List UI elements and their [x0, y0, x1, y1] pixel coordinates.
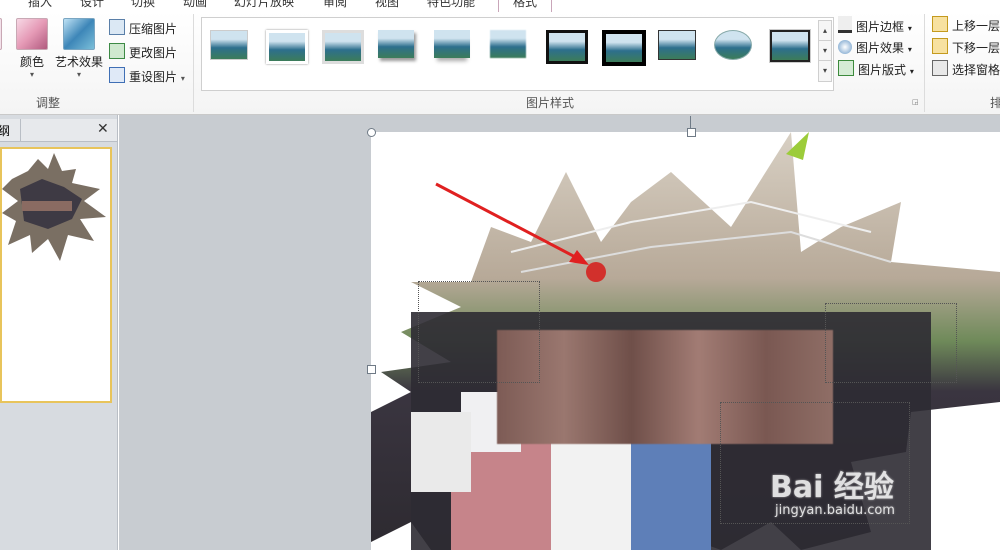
- gallery-expand[interactable]: ▾: [818, 60, 832, 82]
- gallery-scroll-down[interactable]: ▾: [818, 40, 832, 62]
- change-picture-button[interactable]: 更改图片: [109, 43, 177, 63]
- style-drop-shadow[interactable]: [378, 30, 414, 58]
- tab-transitions[interactable]: 切换: [131, 0, 155, 10]
- corrections-button[interactable]: [0, 18, 6, 53]
- outline-tab[interactable]: 纲: [0, 122, 10, 139]
- rotation-stem: [690, 116, 691, 128]
- color-label: 颜色: [19, 55, 44, 69]
- tab-view[interactable]: 视图: [375, 0, 399, 10]
- compress-pictures-button[interactable]: 压缩图片: [109, 19, 177, 39]
- picture-border-button[interactable]: 图片边框 ▾: [838, 16, 912, 36]
- slide-thumbnail-1[interactable]: [0, 147, 112, 403]
- slide-thumbnail-image: [2, 153, 106, 261]
- selection-pane-button[interactable]: 选择窗格: [932, 60, 1000, 80]
- tab-slideshow[interactable]: 幻灯片放映: [234, 0, 294, 10]
- send-backward-icon: [932, 38, 948, 54]
- style-reflected[interactable]: [434, 30, 470, 58]
- tab-insert[interactable]: 插入: [28, 0, 52, 10]
- resize-handle-top[interactable]: [687, 128, 696, 137]
- slides-pane-header: 纲 ✕: [0, 119, 117, 142]
- close-pane-icon[interactable]: ✕: [97, 121, 109, 137]
- bring-forward-icon: [932, 16, 948, 32]
- style-white-frame[interactable]: [266, 30, 308, 64]
- dialog-launcher-icon[interactable]: ◲: [912, 98, 919, 106]
- reset-label: 重设图片: [129, 70, 178, 84]
- change-label: 更改图片: [129, 46, 178, 60]
- picture-layout-button[interactable]: 图片版式 ▾: [838, 60, 914, 80]
- watermark: Bai 经验: [770, 470, 894, 505]
- style-soft-edge[interactable]: [490, 30, 526, 58]
- pane-tab-divider: [20, 119, 21, 141]
- tab-review[interactable]: 审阅: [323, 0, 347, 10]
- art-effects-button[interactable]: 艺术效果 ▾: [53, 18, 105, 79]
- send-backward-label: 下移一层: [952, 41, 1000, 55]
- picture-styles-group-label: 图片样式: [526, 96, 575, 110]
- style-metal-frame[interactable]: [322, 30, 364, 64]
- arrange-group-label: 排: [990, 96, 1000, 110]
- selection-pane-label: 选择窗格: [952, 63, 1000, 77]
- gallery-scroll-up[interactable]: ▴: [818, 20, 832, 42]
- group-separator: [193, 14, 194, 112]
- picture-layout-icon: [838, 60, 854, 76]
- selection-pane-icon: [932, 60, 948, 76]
- compress-label: 压缩图片: [129, 22, 178, 36]
- tab-design[interactable]: 设计: [80, 0, 104, 10]
- picture-styles-gallery: [201, 17, 834, 91]
- reset-picture-button[interactable]: 重设图片 ▾: [109, 67, 185, 87]
- picture-border-label: 图片边框: [856, 20, 905, 34]
- picture-effects-button[interactable]: 图片效果 ▾: [838, 38, 912, 58]
- placeholder-outline: [825, 303, 957, 383]
- slides-pane: 纲 ✕: [0, 115, 118, 550]
- art-effects-label: 艺术效果: [54, 55, 103, 69]
- bring-forward-button[interactable]: 上移一层: [932, 16, 1000, 36]
- adjust-group-label: 调整: [36, 96, 61, 110]
- style-thick-matte-black[interactable]: [602, 30, 646, 66]
- reset-picture-icon: [109, 67, 125, 83]
- color-button[interactable]: 颜色 ▾: [14, 18, 50, 79]
- corrections-icon: [0, 18, 2, 50]
- ribbon: 颜色 ▾ 艺术效果 ▾ 压缩图片 更改图片 重设图片 ▾ 调整 ▴ ▾ ▾ 图片…: [0, 12, 1000, 115]
- picture-border-icon: [838, 16, 852, 33]
- picture-effects-icon: [838, 40, 852, 54]
- resize-handle-top-left[interactable]: [367, 128, 376, 137]
- bring-forward-label: 上移一层: [952, 19, 1000, 33]
- color-icon: [16, 18, 48, 50]
- watermark-url: jingyan.baidu.com: [775, 503, 895, 518]
- placeholder-outline: [418, 281, 540, 383]
- picture-layout-label: 图片版式: [858, 63, 907, 77]
- tab-animations[interactable]: 动画: [183, 0, 207, 10]
- change-picture-icon: [109, 43, 125, 59]
- resize-handle-left[interactable]: [367, 365, 376, 374]
- picture-effects-label: 图片效果: [856, 41, 905, 55]
- style-double-frame-black[interactable]: [545, 29, 589, 65]
- tab-special[interactable]: 特色功能: [427, 0, 475, 10]
- compress-icon: [109, 19, 125, 35]
- style-simple-black[interactable]: [658, 30, 696, 60]
- send-backward-button[interactable]: 下移一层: [932, 38, 1000, 58]
- style-simple-frame[interactable]: [210, 30, 248, 60]
- group-separator: [924, 14, 925, 112]
- art-effects-icon: [63, 18, 95, 50]
- style-oval[interactable]: [714, 30, 752, 60]
- style-beveled-black[interactable]: [769, 29, 811, 63]
